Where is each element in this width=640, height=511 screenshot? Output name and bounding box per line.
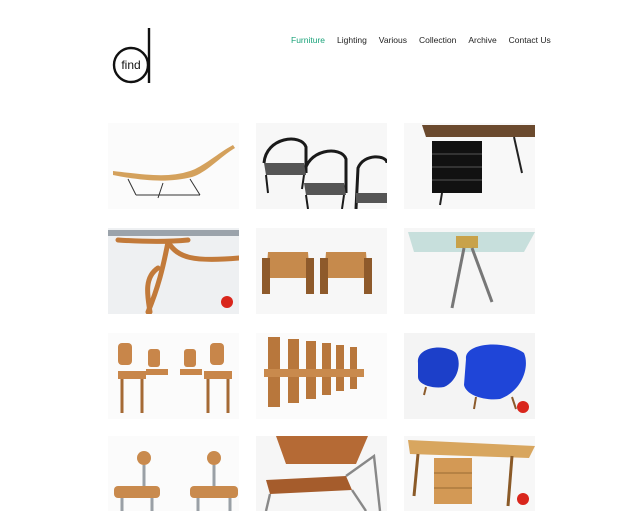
sold-indicator <box>517 401 529 413</box>
armchairs-blue-icon <box>404 333 535 419</box>
sold-indicator <box>517 493 529 505</box>
product-tile-leather-spanish-chairs[interactable] <box>256 228 387 314</box>
nav-item-collection[interactable]: Collection <box>419 35 456 45</box>
table-base-icon <box>108 228 239 314</box>
chair-row-icon <box>256 333 387 419</box>
armchair-set-icon <box>256 123 387 209</box>
product-tile-six-chairs[interactable] <box>256 333 387 419</box>
chaise-longue-icon <box>108 123 239 209</box>
product-tile-wooden-table-base[interactable] <box>108 228 239 314</box>
nav-item-lighting[interactable]: Lighting <box>337 35 367 45</box>
glass-table-icon <box>404 228 535 314</box>
stools-icon <box>108 436 239 511</box>
nav-item-various[interactable]: Various <box>379 35 407 45</box>
product-tile-glass-table[interactable] <box>404 228 535 314</box>
product-tile-blue-armchairs[interactable] <box>404 333 535 419</box>
sold-indicator <box>221 296 233 308</box>
leather-chair-icon <box>256 436 387 511</box>
product-tile-walnut-desk[interactable] <box>404 123 535 209</box>
desk-icon <box>404 123 535 209</box>
product-tile-leather-chair[interactable] <box>256 436 387 511</box>
product-tile-chaise-longue[interactable] <box>108 123 239 209</box>
lounge-chairs-icon <box>256 228 387 314</box>
nav-item-contact-us[interactable]: Contact Us <box>509 35 551 45</box>
product-tile-black-armchairs[interactable] <box>256 123 387 209</box>
product-tile-sculptural-desk[interactable] <box>404 436 535 511</box>
main-nav: Furniture Lighting Various Collection Ar… <box>291 35 551 45</box>
desk-wood-icon <box>404 436 535 511</box>
logo-text: find <box>121 58 140 72</box>
dining-chairs-icon <box>108 333 239 419</box>
find-logo[interactable]: find <box>107 26 157 86</box>
nav-item-archive[interactable]: Archive <box>468 35 496 45</box>
nav-item-furniture[interactable]: Furniture <box>291 35 325 45</box>
product-tile-four-chairs[interactable] <box>108 333 239 419</box>
product-tile-stools[interactable] <box>108 436 239 511</box>
